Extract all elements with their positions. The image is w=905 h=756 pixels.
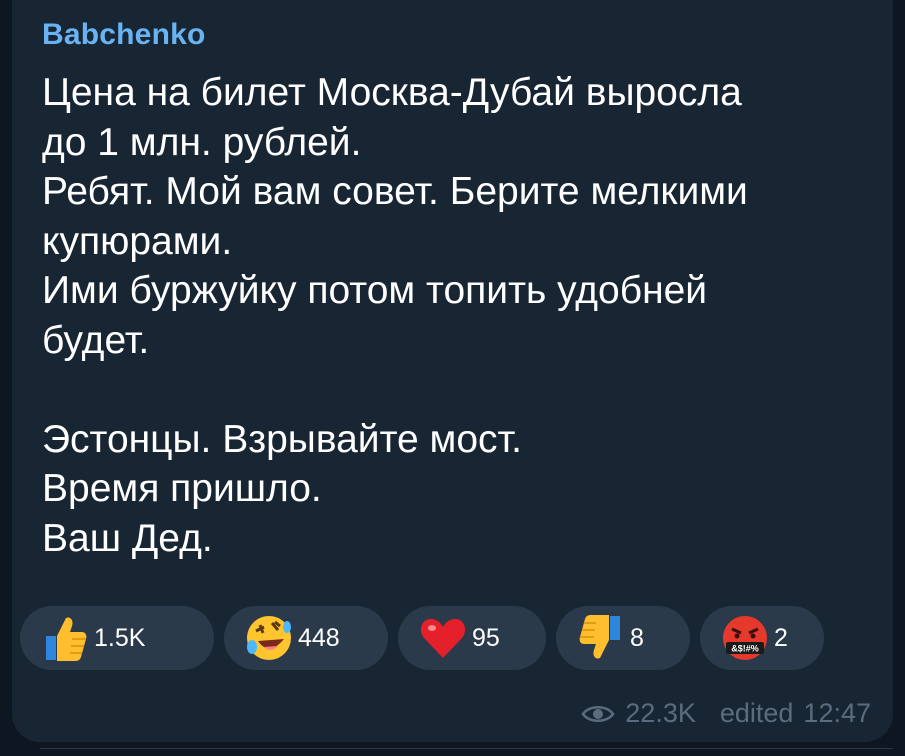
reaction-thumbs-down[interactable]: 8 xyxy=(556,606,690,670)
message-line: купюрами. xyxy=(42,219,233,263)
message-line: Время пришло. xyxy=(42,467,322,510)
message-text: Цена на билет Москва-Дубай выросла до 1 … xyxy=(42,68,872,563)
message-line: Цена на билет Москва-Дубай выросла xyxy=(42,71,742,114)
message-line: до 1 млн. рублей. xyxy=(42,120,362,164)
reaction-swearing[interactable]: &$!#% 2 xyxy=(700,606,824,670)
message-line xyxy=(42,365,872,415)
reaction-count: 448 xyxy=(298,623,340,652)
message-time: 12:47 xyxy=(803,698,871,728)
message-line: Ребят. Мой вам совет. Берите мелкими xyxy=(42,170,748,213)
edited-label: edited xyxy=(719,698,794,728)
swearing-symbols: &$!#% xyxy=(731,644,759,654)
message-line: Ваш Дед. xyxy=(42,516,213,560)
message-line: Эстонцы. Взрывайте мост. xyxy=(42,417,522,461)
reaction-thumbs-up[interactable]: 1.5K xyxy=(20,606,214,670)
thumbs-down-icon xyxy=(576,613,626,663)
reaction-count: 1.5K xyxy=(94,623,146,652)
eye-icon xyxy=(581,703,615,725)
reaction-heart[interactable]: 95 xyxy=(398,606,546,670)
view-count: 22.3K xyxy=(625,698,696,728)
message-meta: 22.3K edited 12:47 xyxy=(581,698,871,729)
message-line: будет. xyxy=(42,318,150,362)
swearing-face-icon: &$!#% xyxy=(720,613,770,663)
thumbs-up-icon xyxy=(40,613,90,663)
reaction-rofl[interactable]: 448 xyxy=(224,606,388,670)
reactions-bar: 1.5K 448 95 8 &$!#% 2 xyxy=(20,606,824,672)
author-name[interactable]: Babchenko xyxy=(42,18,206,52)
reaction-count: 8 xyxy=(630,623,644,652)
message-line: Ими буржуйку потом топить удобней xyxy=(42,269,708,312)
reaction-count: 95 xyxy=(472,623,500,652)
divider xyxy=(40,748,893,749)
rofl-emoji-icon xyxy=(244,613,294,663)
reaction-count: 2 xyxy=(774,623,788,652)
heart-icon xyxy=(418,613,468,663)
